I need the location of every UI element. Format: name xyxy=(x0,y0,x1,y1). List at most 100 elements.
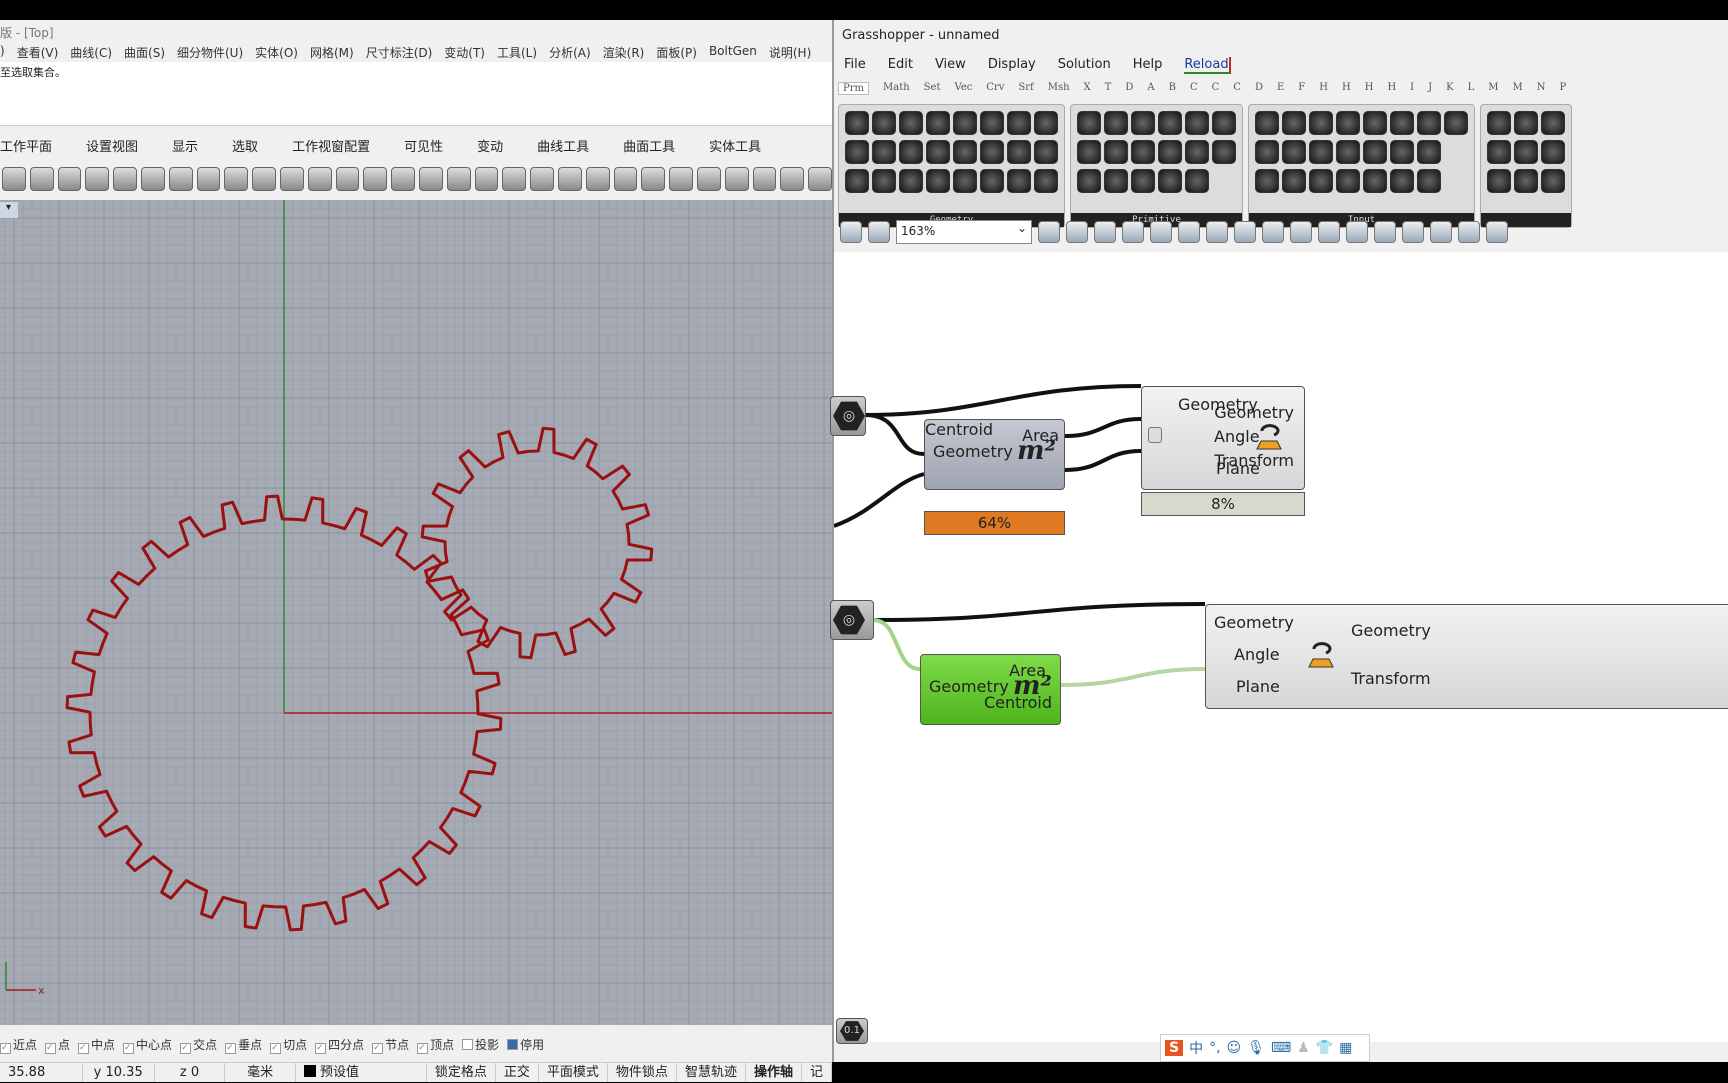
status-toggle[interactable]: 物件锁点 xyxy=(608,1063,677,1082)
component-icon[interactable] xyxy=(1255,111,1279,135)
toolbar-tab[interactable]: 实体工具 xyxy=(709,136,761,155)
checkbox[interactable]: ✓ xyxy=(0,1043,11,1054)
output-geometry[interactable]: Geometry xyxy=(1351,621,1431,640)
status-toggle[interactable]: 记 xyxy=(802,1063,832,1082)
component-icon[interactable] xyxy=(1282,169,1306,193)
input-plane[interactable]: Plane xyxy=(1236,677,1280,696)
component-icon[interactable] xyxy=(899,111,923,135)
component-icon[interactable] xyxy=(926,111,950,135)
component-icon[interactable] xyxy=(1541,169,1565,193)
component-icon[interactable] xyxy=(872,111,896,135)
component-icon[interactable] xyxy=(926,169,950,193)
paste-icon[interactable] xyxy=(113,167,137,191)
menu-item[interactable]: 实体(O) xyxy=(255,44,298,61)
gh-tab[interactable]: Srf xyxy=(1018,82,1033,95)
gh-tab[interactable]: Vec xyxy=(954,82,972,95)
wire-icon[interactable] xyxy=(1290,221,1312,243)
menu-item[interactable]: 曲线(C) xyxy=(70,44,112,61)
layer-icon[interactable] xyxy=(557,167,582,191)
component-icon[interactable] xyxy=(1487,140,1511,164)
input-angle[interactable]: Angle xyxy=(1234,645,1280,664)
osnap-3[interactable]: ✓ 中心点 xyxy=(123,1036,172,1054)
input-geometry[interactable]: Geometry xyxy=(933,442,1013,461)
gh-menu-item[interactable]: Display xyxy=(988,57,1036,74)
bulb-icon[interactable] xyxy=(1262,221,1284,243)
component-icon[interactable] xyxy=(1309,169,1333,193)
eye-icon[interactable] xyxy=(1066,221,1088,243)
gh-tab[interactable]: M xyxy=(1513,82,1523,95)
circle-icon[interactable] xyxy=(446,167,471,191)
component-icon[interactable] xyxy=(953,140,977,164)
curve-param-1[interactable]: ◎ xyxy=(830,396,866,436)
pointer-icon[interactable] xyxy=(1346,221,1368,243)
component-icon[interactable] xyxy=(872,169,896,193)
render-sphere-icon[interactable] xyxy=(669,167,693,191)
delete-icon[interactable] xyxy=(1318,221,1340,243)
gh-tab[interactable]: H xyxy=(1342,82,1351,95)
output-centroid[interactable]: Centroid xyxy=(984,693,1052,712)
component-icon[interactable] xyxy=(953,169,977,193)
gear-icon[interactable] xyxy=(724,167,749,191)
osnap-7[interactable]: ✓ 四分点 xyxy=(315,1036,364,1054)
component-icon[interactable] xyxy=(1336,111,1360,135)
component-icon[interactable] xyxy=(1390,140,1414,164)
component-icon[interactable] xyxy=(1514,169,1538,193)
status-toggle[interactable]: 智慧轨迹 xyxy=(677,1063,746,1082)
cone-icon[interactable] xyxy=(696,167,721,191)
gh-tab[interactable]: F xyxy=(1298,82,1305,95)
menu-item[interactable]: 细分物件(U) xyxy=(177,44,243,61)
component-icon[interactable] xyxy=(1077,140,1101,164)
menu-item[interactable]: 说明(H) xyxy=(769,44,811,61)
osnap-5[interactable]: ✓ 垂点 xyxy=(225,1036,262,1054)
checkbox[interactable]: ✓ xyxy=(45,1043,57,1054)
car-icon[interactable] xyxy=(391,167,415,191)
print-icon[interactable] xyxy=(2,167,26,191)
component-icon[interactable] xyxy=(845,169,869,193)
zoom-selected-icon[interactable] xyxy=(307,167,332,191)
gh-tab[interactable]: Msh xyxy=(1048,82,1070,95)
checkbox[interactable] xyxy=(507,1039,519,1050)
component-icon[interactable] xyxy=(1417,140,1441,164)
checkbox[interactable]: ✓ xyxy=(123,1043,135,1054)
gh-tab[interactable]: H xyxy=(1387,82,1396,95)
toolbar-tab[interactable]: 曲线工具 xyxy=(537,136,589,155)
viewport-menu[interactable]: ▾ xyxy=(0,202,18,218)
gh-tab[interactable]: K xyxy=(1446,82,1453,95)
menu-item[interactable]: 渲染(R) xyxy=(603,44,645,61)
globe-icon[interactable] xyxy=(780,167,805,191)
osnap-10[interactable]: 投影 xyxy=(462,1036,499,1054)
osnap-0[interactable]: ✓ 近点 xyxy=(0,1036,37,1054)
zoom-extents-icon[interactable] xyxy=(279,167,304,191)
component-icon[interactable] xyxy=(1417,169,1441,193)
component-icon[interactable] xyxy=(1034,140,1058,164)
gh-tab[interactable]: I xyxy=(1410,82,1414,95)
gh-tab[interactable]: J xyxy=(1428,82,1432,95)
component-icon[interactable] xyxy=(899,169,923,193)
menu-item[interactable]: BoltGen xyxy=(709,44,757,61)
component-icon[interactable] xyxy=(1514,140,1538,164)
rotate-icon[interactable] xyxy=(335,167,360,191)
component-icon[interactable] xyxy=(1390,169,1414,193)
gh-menu-item[interactable]: View xyxy=(935,57,966,74)
component-icon[interactable] xyxy=(1541,111,1565,135)
component-icon[interactable] xyxy=(980,169,1004,193)
area-component-1[interactable]: Geometry m² Area Centroid xyxy=(924,419,1065,490)
open-icon[interactable] xyxy=(840,221,862,243)
component-icon[interactable] xyxy=(1104,140,1128,164)
component-icon[interactable] xyxy=(1077,111,1101,135)
save-icon[interactable] xyxy=(868,221,890,243)
component-icon[interactable] xyxy=(1363,140,1387,164)
gh-tab[interactable]: D xyxy=(1255,82,1263,95)
input-angle[interactable]: Angle xyxy=(1214,427,1260,446)
component-icon[interactable] xyxy=(872,140,896,164)
component-icon[interactable] xyxy=(1363,111,1387,135)
component-icon[interactable] xyxy=(1390,111,1414,135)
color-wheel-icon[interactable] xyxy=(585,167,610,191)
output-transform[interactable]: Transform xyxy=(1351,669,1431,688)
menu-item[interactable]: 曲面(S) xyxy=(124,44,165,61)
cross-icon[interactable] xyxy=(1374,221,1396,243)
component-icon[interactable] xyxy=(1487,169,1511,193)
component-icon[interactable] xyxy=(1158,140,1182,164)
component-icon[interactable] xyxy=(1336,169,1360,193)
component-icon[interactable] xyxy=(1185,140,1209,164)
